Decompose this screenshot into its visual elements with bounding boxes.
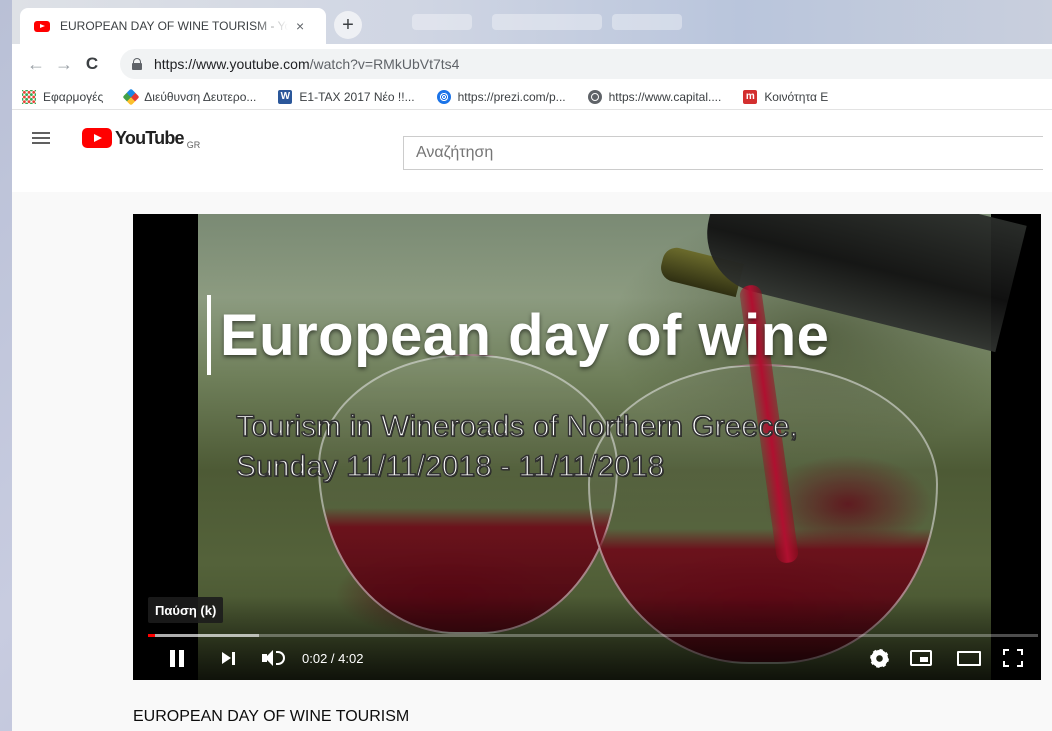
- next-video-icon[interactable]: [222, 652, 236, 665]
- pause-tooltip: Παύση (k): [148, 597, 224, 623]
- bookmark-apps[interactable]: Εφαρμογές: [22, 89, 104, 104]
- prezi-icon: [436, 89, 451, 104]
- word-doc-icon: W: [278, 89, 293, 104]
- globe-icon: [587, 89, 602, 104]
- background-tab-hint: [612, 14, 682, 30]
- new-tab-button[interactable]: +: [334, 11, 362, 39]
- background-tab-hint: [492, 14, 602, 30]
- address-bar[interactable]: https://www.youtube.com/watch?v=RMkUbVt7…: [120, 49, 1052, 79]
- bookmark-label: https://prezi.com/p...: [457, 89, 566, 104]
- progress-played: [148, 634, 156, 637]
- youtube-play-icon: [82, 128, 112, 148]
- bookmark-capital[interactable]: https://www.capital....: [587, 89, 722, 104]
- url-path: /watch?v=RMkUbVt7ts4: [309, 56, 460, 72]
- time-display: 0:02 / 4:02: [302, 651, 364, 666]
- youtube-logo[interactable]: YouTube GR: [82, 126, 382, 150]
- url-host: https://www.youtube.com: [154, 56, 310, 72]
- bookmark-label: https://www.capital....: [608, 89, 722, 104]
- back-button[interactable]: ←: [22, 54, 50, 75]
- progress-bar[interactable]: [148, 634, 1038, 637]
- forward-button[interactable]: →: [50, 54, 78, 75]
- bookmark-label: Εφαρμογές: [43, 89, 104, 104]
- youtube-wordmark: YouTube: [115, 127, 185, 148]
- theater-mode-icon[interactable]: [957, 651, 981, 666]
- controls-gradient: [133, 596, 1041, 680]
- bookmark-prezi[interactable]: https://prezi.com/p...: [436, 89, 566, 104]
- tab-strip: EUROPEAN DAY OF WINE TOURISM - YouTube ×…: [12, 0, 1052, 44]
- bookmark-label: Κοινότητα Ε: [764, 89, 829, 104]
- background-tab-hint: [412, 14, 472, 30]
- title-cursor-bar: [207, 295, 211, 375]
- bookmark-label: Διεύθυνση Δευτερο...: [144, 89, 257, 104]
- bookmarks-bar: Εφαρμογές Διεύθυνση Δευτερο... W E1-TAX …: [12, 84, 1052, 110]
- address-toolbar: ← → C https://www.youtube.com/watch?v=RM…: [12, 44, 1052, 84]
- video-overlay-subtitle-line2: Sunday 11/11/2018 - 11/11/2018: [235, 449, 665, 484]
- tab-title: EUROPEAN DAY OF WINE TOURISM - YouTube: [60, 19, 288, 33]
- m-logo-icon: m: [743, 89, 758, 104]
- wine-glass-left: [318, 354, 618, 634]
- reload-button[interactable]: C: [78, 54, 106, 74]
- video-overlay-subtitle-line1: Tourism in Wineroads of Northern Greece,: [235, 409, 798, 444]
- close-tab-icon[interactable]: ×: [296, 18, 304, 34]
- bookmark-koinotita[interactable]: m Κοινότητα Ε: [743, 89, 829, 104]
- miniplayer-icon[interactable]: [910, 650, 932, 666]
- pause-icon[interactable]: [169, 650, 185, 667]
- apps-grid-icon: [22, 89, 36, 104]
- country-code: GR: [186, 140, 201, 150]
- video-overlay-title: European day of wine: [220, 303, 830, 368]
- settings-gear-icon[interactable]: [871, 650, 888, 667]
- progress-buffered: [148, 634, 260, 637]
- bookmark-label: E1-TAX 2017 Νέο !!...: [299, 89, 415, 104]
- tab-active[interactable]: EUROPEAN DAY OF WINE TOURISM - YouTube ×: [20, 8, 326, 44]
- bookmark-ddp[interactable]: Διεύθυνση Δευτερο...: [122, 88, 257, 105]
- video-title: EUROPEAN DAY OF WINE TOURISM: [133, 708, 410, 725]
- hamburger-menu-icon[interactable]: [32, 132, 50, 144]
- youtube-favicon-icon: [34, 20, 50, 32]
- lock-icon[interactable]: [132, 58, 142, 70]
- search-input[interactable]: Αναζήτηση: [403, 136, 1043, 170]
- fullscreen-icon[interactable]: [1003, 649, 1023, 667]
- colorful-diamond-icon: [122, 88, 140, 105]
- bookmark-e1-tax[interactable]: W E1-TAX 2017 Νέο !!...: [278, 89, 415, 104]
